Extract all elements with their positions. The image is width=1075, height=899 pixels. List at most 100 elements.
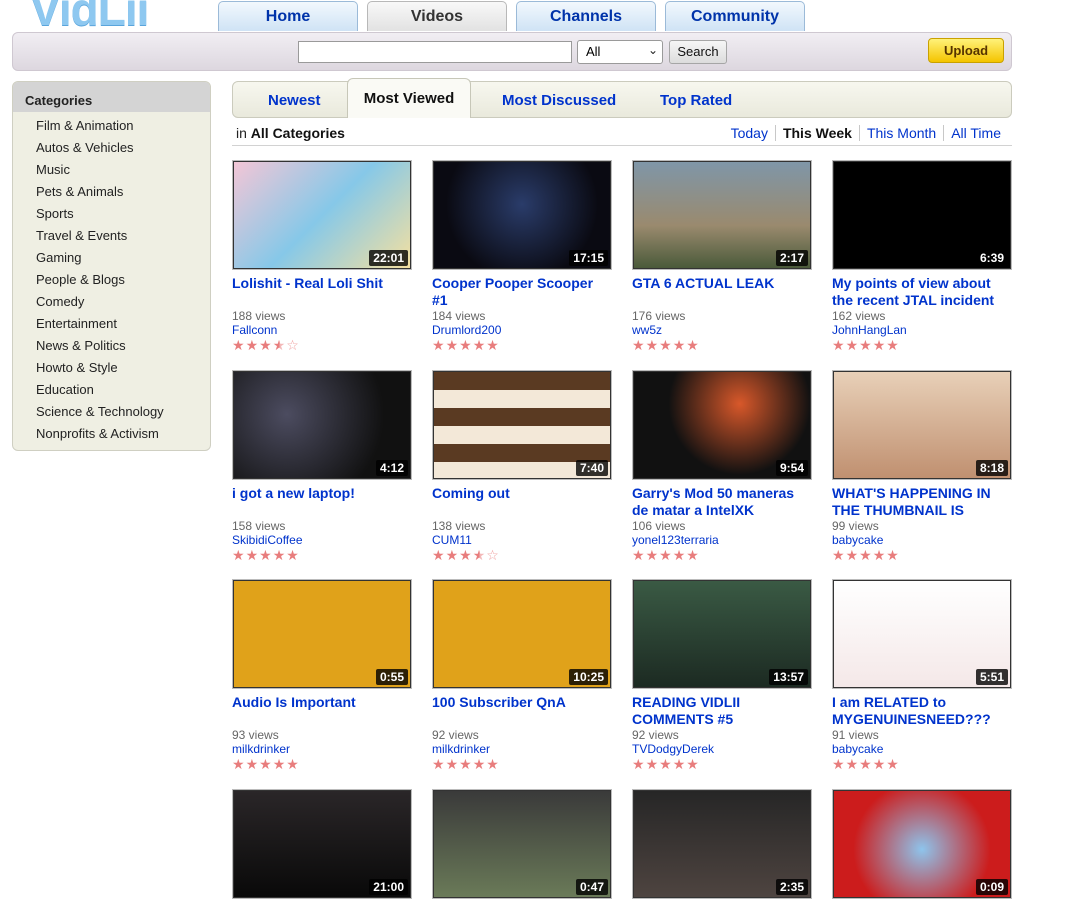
sidebar-item-category[interactable]: Science & Technology	[13, 401, 210, 423]
video-title[interactable]: GTA 6 ACTUAL LEAK	[632, 275, 812, 309]
nav-tab-channels[interactable]: Channels	[516, 1, 656, 31]
sidebar-item-category[interactable]: Howto & Style	[13, 357, 210, 379]
video-duration: 7:40	[575, 460, 608, 476]
time-filters: Today This Week This Month All Time	[724, 125, 1008, 141]
video-thumbnail[interactable]: 8:18	[832, 370, 1012, 480]
tab-newest[interactable]: Newest	[268, 82, 321, 117]
video-title[interactable]: I am RELATED to MYGENUINESNEED???	[832, 694, 1012, 728]
video-title[interactable]: Coming out	[432, 485, 612, 519]
time-filter-this-month[interactable]: This Month	[858, 125, 944, 141]
sidebar-item-category[interactable]: Film & Animation	[13, 115, 210, 137]
rating-star: ★	[272, 337, 287, 353]
video-thumbnail[interactable]: 0:09	[832, 789, 1012, 899]
video-thumbnail[interactable]: 13:57	[632, 579, 812, 689]
video-thumbnail[interactable]: 2:35	[632, 789, 812, 899]
video-thumbnail[interactable]: 0:55	[232, 579, 412, 689]
video-thumbnail[interactable]: 17:15	[432, 160, 612, 270]
video-rating: ★★★★★	[432, 756, 612, 772]
sort-tabs: Newest Most Viewed Most Discussed Top Ra…	[232, 78, 1012, 118]
rating-star: ★	[272, 756, 287, 772]
video-title[interactable]: Cooper Pooper Scooper #1	[432, 275, 612, 309]
video-title[interactable]: READING VIDLII COMMENTS #5	[632, 694, 812, 728]
site-logo[interactable]: VidLii	[30, 0, 149, 32]
tab-top-rated[interactable]: Top Rated	[660, 82, 732, 117]
video-uploader[interactable]: yonel123terraria	[632, 533, 812, 547]
rating-star: ★	[272, 547, 287, 563]
category-filter: in All Categories	[236, 125, 345, 141]
video-thumbnail[interactable]: 9:54	[632, 370, 812, 480]
video-title[interactable]: WHAT'S HAPPENING IN THE THUMBNAIL IS	[832, 485, 1012, 519]
video-thumbnail[interactable]: 2:17	[632, 160, 812, 270]
sidebar-item-category[interactable]: Music	[13, 159, 210, 181]
video-views: 99 views	[832, 519, 879, 533]
video-card: 8:18 WHAT'S HAPPENING IN THE THUMBNAIL IS…	[832, 370, 1012, 563]
sidebar-item-category[interactable]: Education	[13, 379, 210, 401]
tab-most-discussed[interactable]: Most Discussed	[502, 82, 616, 117]
nav-tab-community[interactable]: Community	[665, 1, 805, 31]
video-uploader[interactable]: TVDodgyDerek	[632, 742, 812, 756]
sidebar-item-category[interactable]: Nonprofits & Activism	[13, 423, 210, 445]
sidebar-item-category[interactable]: People & Blogs	[13, 269, 210, 291]
video-uploader[interactable]: ww5z	[632, 323, 812, 337]
sidebar-item-category[interactable]: News & Politics	[13, 335, 210, 357]
video-uploader[interactable]: Drumlord200	[432, 323, 612, 337]
rating-star: ★	[259, 547, 273, 563]
video-duration: 8:18	[975, 460, 1008, 476]
search-input[interactable]	[298, 41, 572, 63]
video-thumbnail[interactable]: 21:00	[232, 789, 412, 899]
rating-star: ★	[686, 337, 700, 353]
time-filter-today[interactable]: Today	[724, 125, 775, 141]
sidebar-item-category[interactable]: Gaming	[13, 247, 210, 269]
video-title[interactable]: 100 Subscriber QnA	[432, 694, 612, 728]
video-duration: 10:25	[569, 669, 608, 685]
video-uploader[interactable]: babycake	[832, 533, 1012, 547]
rating-star: ★	[659, 337, 673, 353]
nav-tab-videos[interactable]: Videos	[367, 1, 507, 31]
video-thumbnail[interactable]: 4:12	[232, 370, 412, 480]
video-thumbnail[interactable]: 5:51	[832, 579, 1012, 689]
video-title[interactable]: Lolishit - Real Loli Shit	[232, 275, 412, 309]
sidebar-item-category[interactable]: Autos & Vehicles	[13, 137, 210, 159]
sidebar-item-category[interactable]: Entertainment	[13, 313, 210, 335]
in-label: in	[236, 125, 247, 141]
video-rating: ★★★★★	[632, 756, 812, 772]
video-thumbnail[interactable]: 6:39	[832, 160, 1012, 270]
upload-button[interactable]: Upload	[928, 38, 1004, 63]
video-title[interactable]: i got a new laptop!	[232, 485, 412, 519]
video-uploader[interactable]: milkdrinker	[432, 742, 612, 756]
sidebar-item-category[interactable]: Sports	[13, 203, 210, 225]
video-card: 5:51 I am RELATED to MYGENUINESNEED??? 91 …	[832, 579, 1012, 772]
rating-star: ★	[845, 547, 860, 563]
video-views: 92 views	[432, 728, 479, 742]
search-button[interactable]: Search	[669, 40, 727, 64]
video-uploader[interactable]: JohnHangLan	[832, 323, 1012, 337]
video-uploader[interactable]: Fallconn	[232, 323, 412, 337]
video-rating: ★★★★★	[232, 756, 412, 772]
video-views: 158 views	[232, 519, 286, 533]
time-filter-all-time[interactable]: All Time	[943, 125, 1008, 141]
search-scope-select[interactable]: All ⌄	[577, 40, 663, 64]
video-thumbnail[interactable]: 22:01	[232, 160, 412, 270]
video-uploader[interactable]: CUM11	[432, 533, 612, 547]
rating-star: ★	[659, 756, 673, 772]
video-uploader[interactable]: milkdrinker	[232, 742, 412, 756]
video-title[interactable]: Audio Is Important	[232, 694, 412, 728]
video-thumbnail[interactable]: 0:47	[432, 789, 612, 899]
video-duration: 2:35	[775, 879, 808, 895]
tab-most-viewed[interactable]: Most Viewed	[347, 78, 471, 118]
video-thumbnail[interactable]: 7:40	[432, 370, 612, 480]
sidebar-item-category[interactable]: Travel & Events	[13, 225, 210, 247]
time-filter-this-week[interactable]: This Week	[774, 125, 859, 141]
video-title[interactable]: My points of view about the recent JTAL …	[832, 275, 1012, 309]
rating-star: ★	[486, 756, 500, 772]
video-title[interactable]: Garry's Mod 50 maneras de matar a IntelX…	[632, 485, 812, 519]
video-uploader[interactable]: SkibidiCoffee	[232, 533, 412, 547]
video-thumbnail[interactable]: 10:25	[432, 579, 612, 689]
search-bar: All ⌄ Search Upload	[12, 32, 1012, 71]
video-views: 92 views	[632, 728, 679, 742]
video-uploader[interactable]: babycake	[832, 742, 1012, 756]
sidebar-item-category[interactable]: Pets & Animals	[13, 181, 210, 203]
rating-star: ★	[859, 337, 873, 353]
sidebar-item-category[interactable]: Comedy	[13, 291, 210, 313]
nav-tab-home[interactable]: Home	[218, 1, 358, 31]
